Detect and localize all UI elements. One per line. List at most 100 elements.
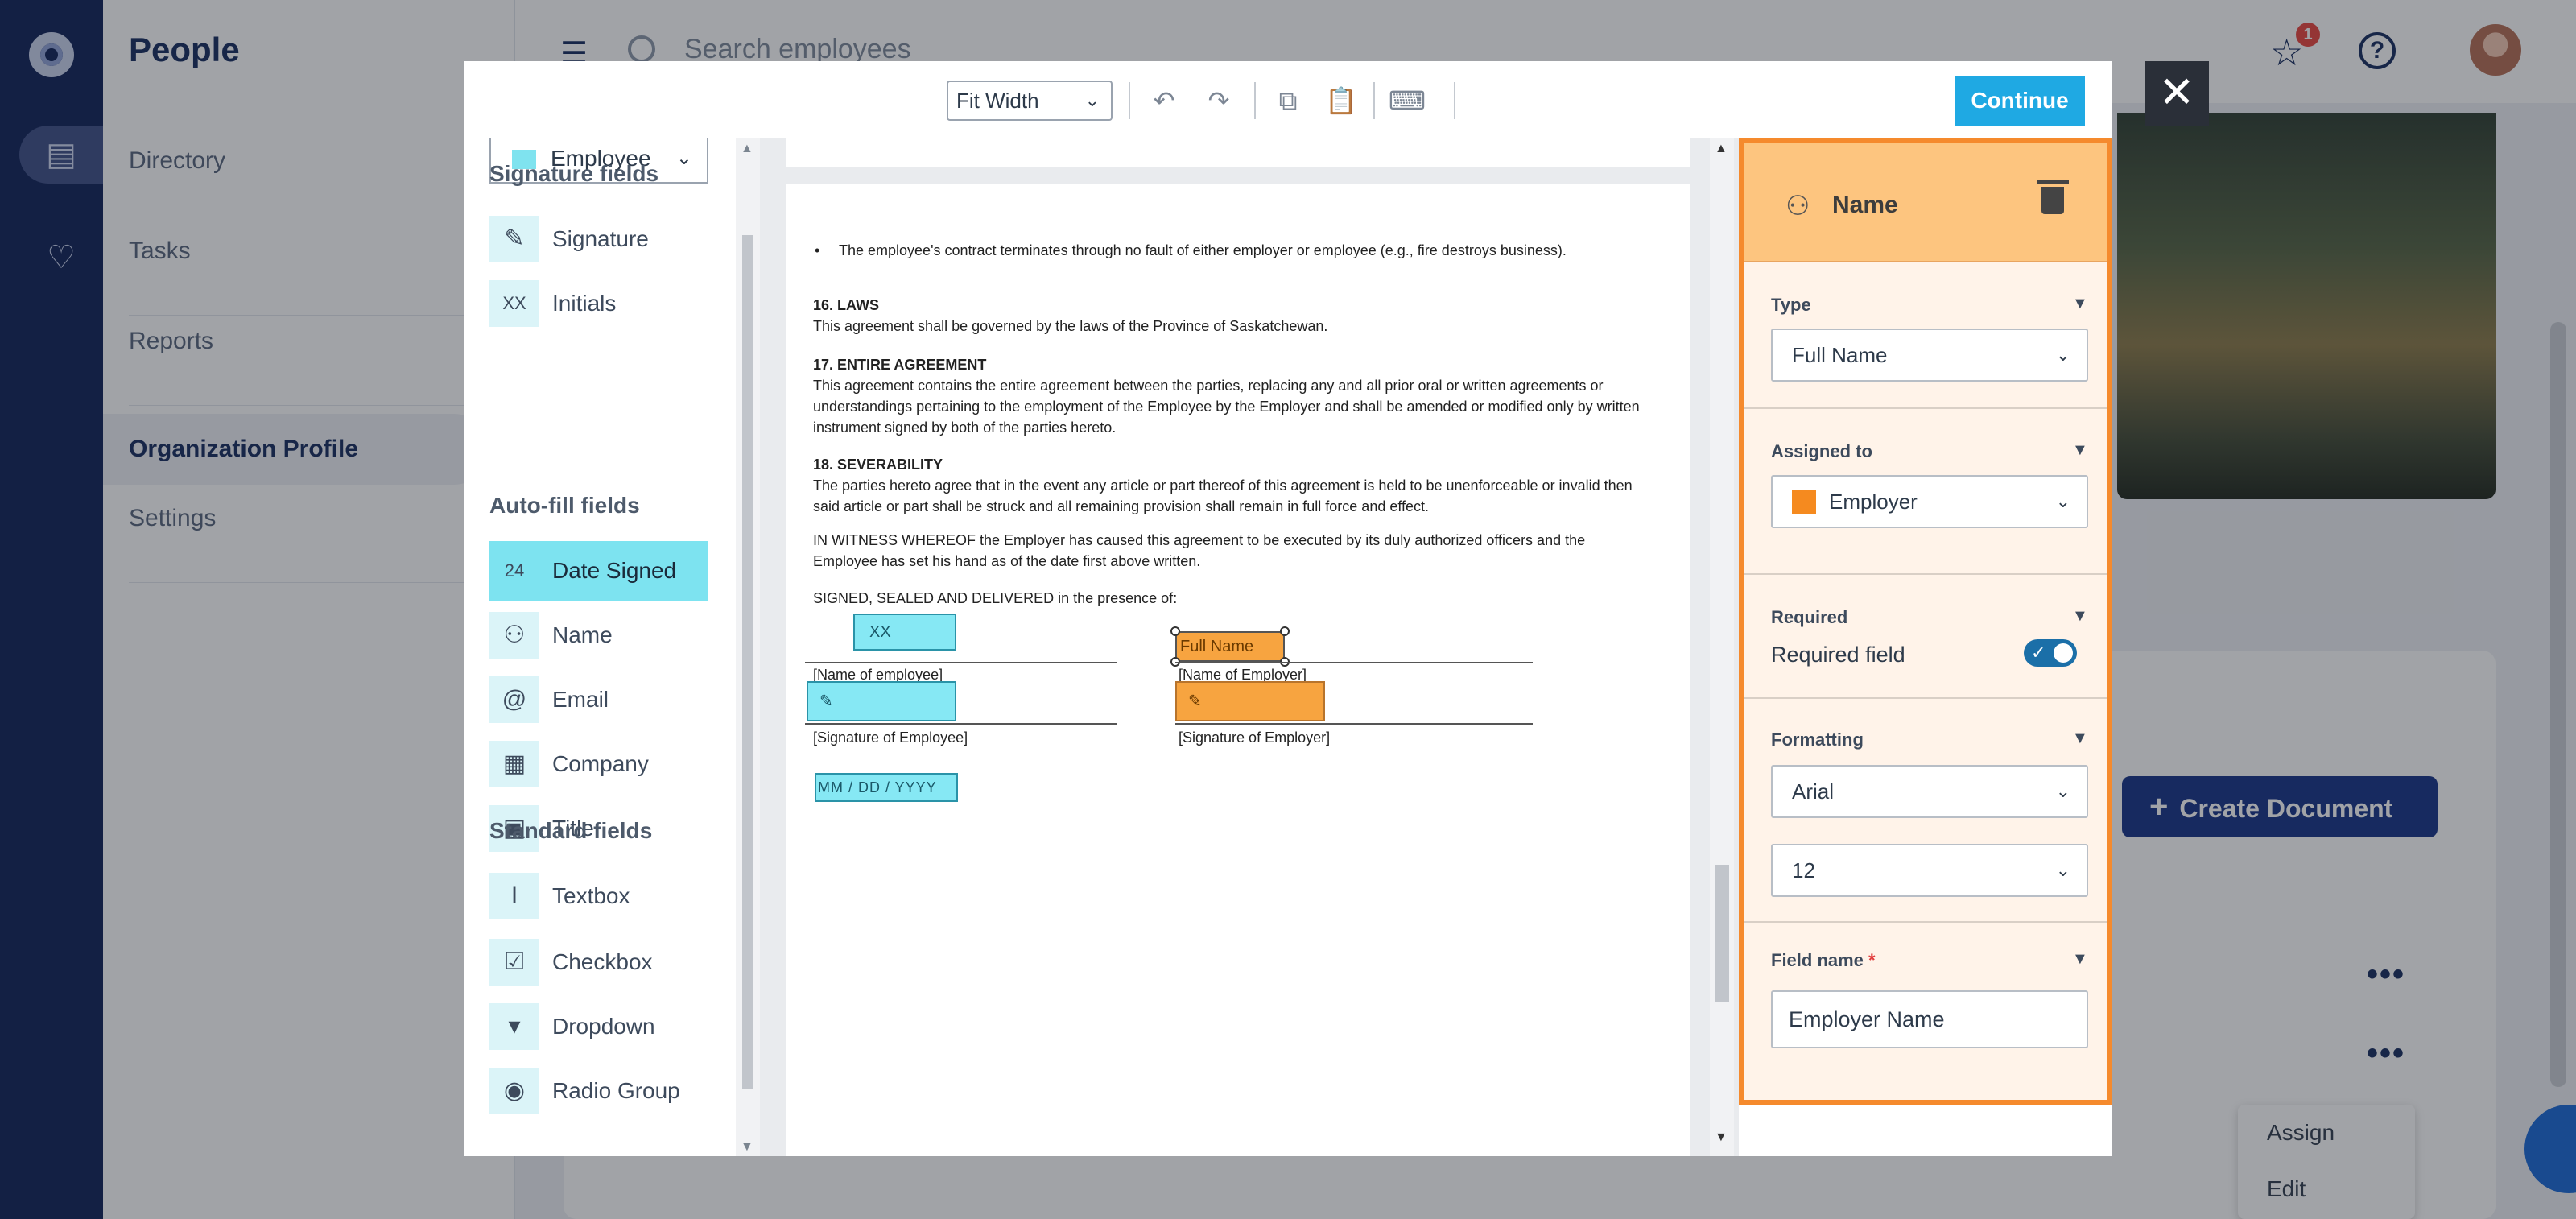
font-size-select[interactable]: 12 ⌄: [1771, 844, 2088, 897]
assigned-select[interactable]: Employer ⌄: [1771, 475, 2088, 528]
properties-header: ⚇ Name: [1744, 143, 2107, 262]
doc-paragraph: IN WITNESS WHEREOF the Employer has caus…: [813, 532, 1586, 569]
collapse-arrow-icon[interactable]: ▼: [2072, 729, 2088, 748]
chevron-down-icon: ⌄: [2055, 345, 2070, 365]
field-name-label-text: Field name: [1771, 950, 1864, 970]
toolbar-divider: [1254, 82, 1256, 119]
scroll-down-icon[interactable]: ▼: [1715, 1130, 1728, 1145]
palette-scroll-thumb[interactable]: [742, 235, 753, 1089]
palette-item-initials[interactable]: XX Initials: [489, 274, 708, 333]
required-asterisk: *: [1868, 950, 1876, 970]
document-scrollbar[interactable]: ▲ ▼: [1710, 138, 1734, 1156]
field-name-section: Field name * ▼ Employer Name: [1744, 923, 2107, 1100]
type-select[interactable]: Full Name ⌄: [1771, 329, 2088, 382]
palette-item-signature[interactable]: ✎ Signature: [489, 209, 708, 269]
zoom-value: Fit Width: [956, 89, 1039, 113]
palette-section-title: Auto-fill fields: [489, 493, 640, 518]
signature-line: [805, 662, 1117, 663]
field-name-label: Field name *: [1771, 950, 1876, 971]
collapse-arrow-icon[interactable]: ▼: [2072, 607, 2088, 626]
palette-item-radio-group[interactable]: ◉ Radio Group: [489, 1061, 708, 1121]
palette-item-label: Signature: [552, 226, 649, 251]
textbox-icon: I: [489, 873, 539, 919]
chevron-down-icon: ⌄: [2055, 781, 2070, 801]
palette-item-name[interactable]: ⚇ Name: [489, 605, 708, 665]
palette-item-email[interactable]: @ Email: [489, 670, 708, 729]
initials-field-employee[interactable]: XX: [853, 614, 956, 651]
palette-item-company[interactable]: ▦ Company: [489, 734, 708, 794]
formatting-section: Formatting ▼ Arial ⌄ 12 ⌄: [1744, 699, 2107, 923]
formatting-label: Formatting: [1771, 729, 1864, 750]
date-signed-field[interactable]: MM / DD / YYYY: [815, 773, 958, 802]
palette-item-label: Email: [552, 687, 609, 712]
palette-item-label: Dropdown: [552, 1014, 655, 1039]
initials-icon: XX: [489, 280, 539, 327]
document-editor-modal: Fit Width ⌄ ↶ ↷ ⧉ 📋 ⌨ Continue Employee ⌄ …: [464, 61, 2112, 1156]
doc-section-title: 16. LAWS: [813, 297, 880, 313]
paste-icon[interactable]: 📋: [1322, 81, 1360, 121]
radio-icon: ◉: [489, 1068, 539, 1114]
trash-icon[interactable]: [2037, 180, 2069, 214]
dropdown-icon: ▾: [489, 1003, 539, 1050]
palette-item-dropdown[interactable]: ▾ Dropdown: [489, 997, 708, 1056]
resize-handle[interactable]: [1170, 626, 1180, 636]
doc-paragraph: This agreement contains the entire agree…: [813, 378, 1640, 436]
palette-item-label: Radio Group: [552, 1078, 680, 1103]
fullname-field-employer[interactable]: Full Name: [1175, 631, 1285, 662]
caption-sig-employer: [Signature of Employer]: [1179, 729, 1331, 746]
copy-icon[interactable]: ⧉: [1269, 81, 1307, 121]
properties-frame: ⚇ Name Type ▼ Full Name ⌄ Assigned to ▼ E…: [1739, 138, 2112, 1105]
font-value: Arial: [1792, 779, 1835, 804]
chevron-down-icon: ⌄: [2055, 491, 2070, 511]
collapse-arrow-icon[interactable]: ▼: [2072, 295, 2088, 313]
signature-field-employee[interactable]: ✎: [807, 681, 956, 721]
doc-section-title: 17. ENTIRE AGREEMENT: [813, 357, 987, 373]
redo-icon[interactable]: ↷: [1199, 81, 1238, 121]
document-page: The employee's contract terminates throu…: [786, 184, 1690, 1156]
collapse-arrow-icon[interactable]: ▼: [2072, 950, 2088, 969]
close-icon[interactable]: ✕: [2145, 61, 2209, 126]
chevron-down-icon: ⌄: [675, 147, 692, 169]
signature-line: [1175, 662, 1533, 663]
font-select[interactable]: Arial ⌄: [1771, 765, 2088, 818]
doc-paragraph: SIGNED, SEALED AND DELIVERED in the pres…: [813, 590, 1178, 606]
palette-item-checkbox[interactable]: ☑ Checkbox: [489, 932, 708, 992]
pen-icon: ✎: [489, 216, 539, 262]
assigned-section: Assigned to ▼ Employer ⌄: [1744, 409, 2107, 575]
doc-paragraph: The parties hereto agree that in the eve…: [813, 477, 1633, 514]
signature-line: [1175, 723, 1533, 725]
scroll-up-icon[interactable]: ▲: [1715, 142, 1728, 156]
document-scroll-thumb[interactable]: [1715, 865, 1729, 1002]
field-palette: Employee ⌄ Signature fields ✎ Signature XX In…: [464, 138, 737, 1156]
toolbar-divider: [1454, 82, 1455, 119]
scroll-up-icon[interactable]: ▲: [741, 142, 753, 156]
continue-button[interactable]: Continue: [1955, 76, 2085, 126]
toolbar-divider: [1129, 82, 1130, 119]
caption-sig-employee: [Signature of Employee]: [813, 729, 968, 746]
assigned-value: Employer: [1829, 490, 1918, 514]
palette-scrollbar[interactable]: ▲ ▼: [736, 138, 760, 1156]
resize-handle[interactable]: [1280, 626, 1290, 636]
field-name-input[interactable]: Employer Name: [1771, 990, 2088, 1048]
building-icon: ▦: [489, 741, 539, 787]
palette-item-label: Date Signed: [552, 558, 677, 583]
collapse-arrow-icon[interactable]: ▼: [2072, 441, 2088, 460]
type-label: Type: [1771, 295, 1811, 315]
keyboard-icon[interactable]: ⌨: [1388, 81, 1426, 121]
at-icon: @: [489, 676, 539, 723]
palette-item-textbox[interactable]: I Textbox: [489, 866, 708, 926]
palette-item-label: Checkbox: [552, 949, 653, 974]
properties-title: Name: [1832, 192, 1898, 218]
required-toggle[interactable]: ✓: [2024, 639, 2077, 667]
zoom-select[interactable]: Fit Width ⌄: [947, 81, 1113, 121]
doc-section-title: 18. SEVERABILITY: [813, 457, 943, 473]
undo-icon[interactable]: ↶: [1145, 81, 1183, 121]
doc-paragraph: This agreement shall be governed by the …: [813, 318, 1328, 334]
palette-item-label: Name: [552, 622, 613, 647]
editor-toolbar: Fit Width ⌄ ↶ ↷ ⧉ 📋 ⌨ Continue: [464, 61, 2112, 138]
scroll-down-icon[interactable]: ▼: [741, 1140, 753, 1155]
type-value: Full Name: [1792, 343, 1888, 367]
palette-item-date-signed[interactable]: 24 Date Signed: [489, 541, 708, 601]
signature-field-employer[interactable]: ✎: [1175, 681, 1325, 721]
person-icon: ⚇: [1785, 191, 1810, 221]
